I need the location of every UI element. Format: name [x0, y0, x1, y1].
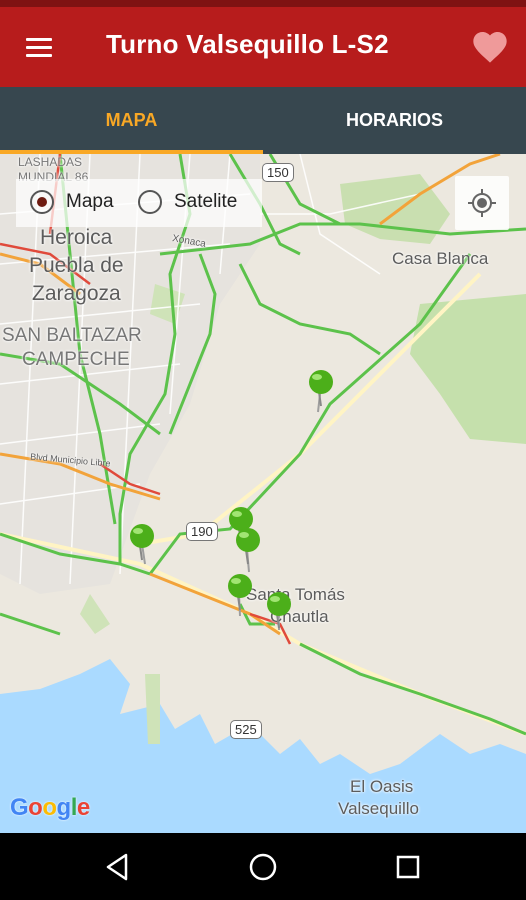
- radio-satelite[interactable]: Satelite: [138, 187, 258, 219]
- map-view[interactable]: LASHADAS MUNDIAL 86 Heroica Puebla de Za…: [0, 154, 526, 833]
- radio-mapa[interactable]: Mapa: [30, 187, 140, 219]
- google-logo-letter: g: [56, 794, 72, 821]
- google-logo-letter: o: [28, 794, 43, 821]
- heart-icon[interactable]: [470, 27, 510, 67]
- radio-checked-icon: [30, 190, 54, 214]
- google-logo: Google: [10, 794, 90, 822]
- map-label-san-baltazar: SAN BALTAZAR: [2, 325, 142, 346]
- tab-mapa[interactable]: MAPA: [0, 87, 263, 154]
- bus-stop-pin[interactable]: [306, 368, 336, 408]
- recents-square-icon[interactable]: [388, 847, 428, 887]
- route-shield-150: 150: [262, 163, 294, 182]
- tab-bar: MAPA HORARIOS: [0, 87, 526, 154]
- tab-horarios[interactable]: HORARIOS: [263, 87, 526, 154]
- bus-stop-pin[interactable]: [127, 522, 157, 562]
- app-bar: Turno Valsequillo L-S2: [0, 7, 526, 87]
- map-type-toggle: Mapa Satelite: [16, 179, 262, 227]
- home-circle-icon[interactable]: [243, 847, 283, 887]
- route-shield-190: 190: [186, 522, 218, 541]
- map-label-puebla: Puebla de: [29, 254, 124, 277]
- map-label-valsequillo: Valsequillo: [338, 799, 419, 818]
- map-label-casa-blanca: Casa Blanca: [392, 249, 489, 268]
- map-label-zaragoza: Zaragoza: [32, 282, 121, 305]
- bus-stop-pin[interactable]: [264, 590, 294, 630]
- google-logo-letter: e: [76, 794, 90, 821]
- radio-satelite-label: Satelite: [174, 191, 238, 212]
- map-label-santa-tomas: Santa Tomás: [246, 585, 345, 604]
- app-title: Turno Valsequillo L-S2: [106, 29, 389, 59]
- map-label-el-oasis: El Oasis: [350, 777, 414, 796]
- google-logo-letter: G: [10, 794, 29, 821]
- radio-unchecked-icon: [138, 190, 162, 214]
- map-label-heroica: Heroica: [40, 226, 113, 249]
- bus-stop-pin[interactable]: [233, 526, 263, 566]
- status-bar: [0, 0, 526, 7]
- map-label-campeche: CAMPECHE: [22, 349, 130, 370]
- google-logo-letter: o: [42, 794, 57, 821]
- route-shield-525: 525: [230, 720, 262, 739]
- bus-stop-pin[interactable]: [225, 572, 255, 612]
- system-nav-bar: [0, 833, 526, 900]
- back-triangle-icon[interactable]: [98, 847, 138, 887]
- radio-mapa-label: Mapa: [66, 191, 114, 212]
- map-label-lashadas: LASHADAS: [18, 155, 83, 169]
- hamburger-menu-icon[interactable]: [18, 29, 58, 65]
- my-location-icon[interactable]: [455, 176, 509, 230]
